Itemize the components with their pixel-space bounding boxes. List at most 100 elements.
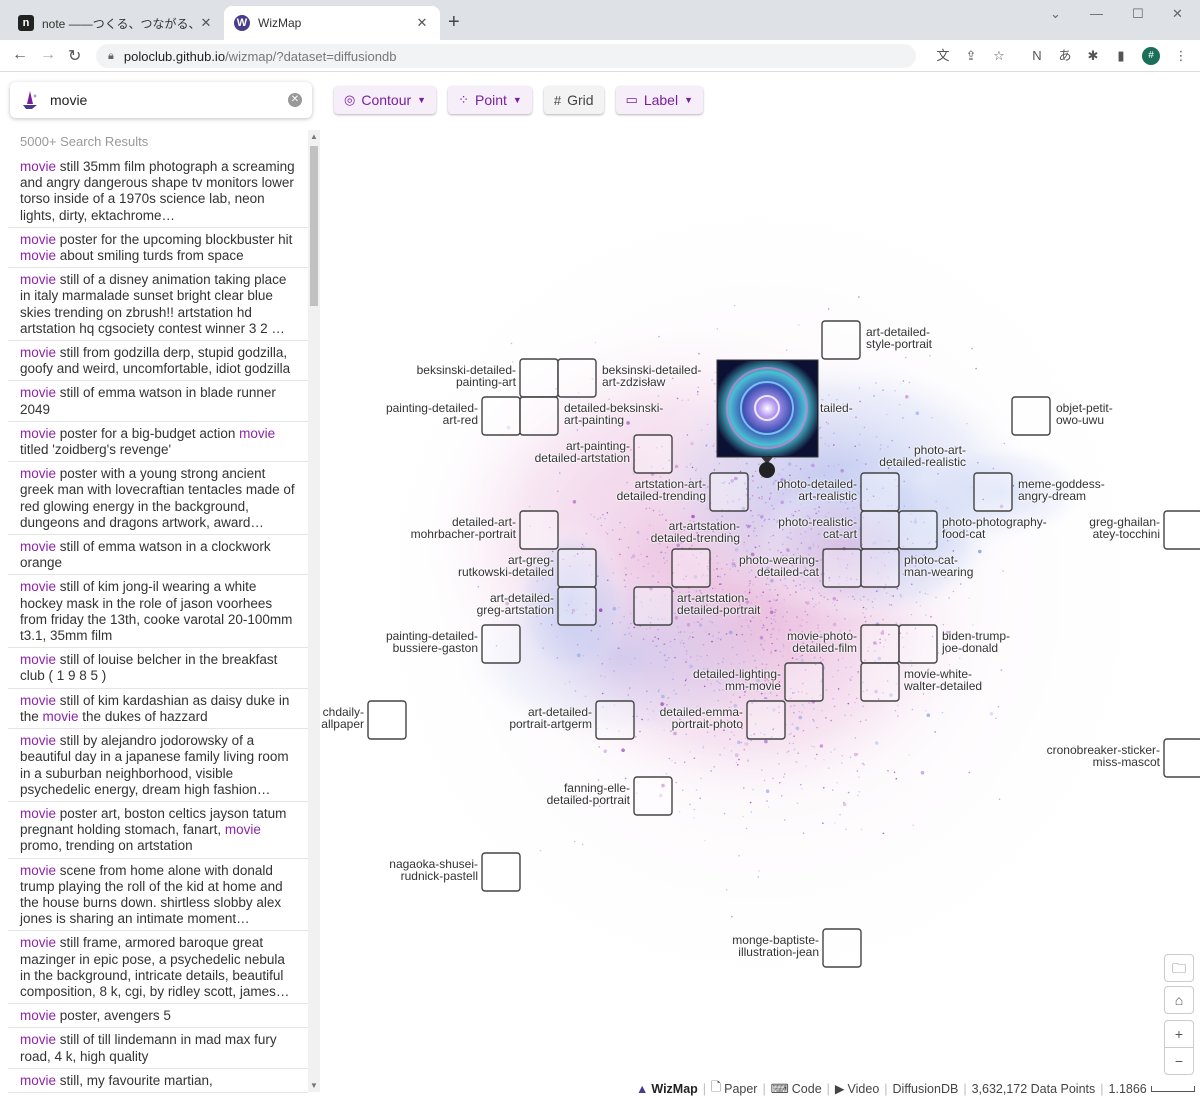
- maximize-icon[interactable]: ☐: [1132, 6, 1144, 22]
- map-label-artstation-art-detailed-trending[interactable]: artstation-art-detailed-trending: [617, 478, 706, 502]
- search-input[interactable]: movie: [50, 92, 288, 108]
- search-result-item[interactable]: movie poster with a young strong ancient…: [8, 462, 308, 536]
- map-label-photo-cat-man-wearing[interactable]: photo-cat-man-wearing: [904, 554, 973, 578]
- folder-icon[interactable]: 🗀︎: [1164, 954, 1194, 982]
- notion-extension-icon[interactable]: N: [1028, 47, 1046, 65]
- grid-tile[interactable]: [860, 472, 900, 512]
- search-results-panel[interactable]: 5000+ Search Results movie still 35mm fi…: [8, 128, 308, 1097]
- grid-tile[interactable]: [519, 510, 559, 550]
- grid-tile[interactable]: [633, 586, 673, 626]
- map-label-detailed-lighting-mm-movie[interactable]: detailed-lighting-mm-movie: [693, 668, 781, 692]
- grid-tile[interactable]: [821, 320, 861, 360]
- search-result-item[interactable]: movie still of kim jong-il wearing a whi…: [8, 575, 308, 649]
- map-label-objet-petit-owo-uwu[interactable]: objet-petit-owo-uwu: [1056, 402, 1113, 426]
- zoom-in-icon[interactable]: +: [1164, 1020, 1194, 1048]
- search-result-item[interactable]: movie scene from home alone with donald …: [8, 859, 308, 932]
- search-box[interactable]: movie ✕: [10, 82, 312, 118]
- map-label-beksinski-detailed-art-zdzislaw[interactable]: beksinski-detailed-art-zdzisław: [602, 364, 701, 388]
- video-link[interactable]: Video: [848, 1082, 880, 1096]
- map-label-art-artstation-detailed-portrait[interactable]: art-artstation-detailed-portrait: [677, 592, 760, 616]
- minimize-icon[interactable]: —: [1090, 6, 1103, 21]
- map-label-detailed-emma-portrait-photo[interactable]: detailed-emma-portrait-photo: [660, 706, 743, 730]
- grid-tile[interactable]: [1163, 510, 1200, 550]
- dataset-name[interactable]: DiffusionDB: [893, 1082, 959, 1096]
- grid-tile[interactable]: [860, 510, 900, 550]
- close-tab-icon[interactable]: ✕: [198, 15, 214, 31]
- search-result-item[interactable]: movie poster, avengers 5: [8, 1004, 308, 1029]
- grid-tile[interactable]: [822, 548, 862, 588]
- grid-tile[interactable]: [367, 700, 407, 740]
- grid-tile[interactable]: [519, 396, 559, 436]
- url-field[interactable]: 🔒︎ poloclub.github.io/wizmap/?dataset=di…: [96, 44, 916, 68]
- grid-tile[interactable]: [557, 586, 597, 626]
- map-label-nagaoka-shusei-rudnick-pastell[interactable]: nagaoka-shusei-rudnick-pastell: [389, 858, 478, 882]
- grid-tile[interactable]: [973, 472, 1013, 512]
- extensions-puzzle-icon[interactable]: ✱: [1084, 47, 1102, 65]
- map-label-art-artstation-detailed-trending[interactable]: art-artstation-detailed-trending: [651, 520, 740, 544]
- search-result-item[interactable]: movie still by alejandro jodorowsky of a…: [8, 729, 308, 802]
- grid-tile[interactable]: [481, 624, 521, 664]
- map-label-art-detailed-portrait-artgerm[interactable]: art-detailed-portrait-artgerm: [509, 706, 592, 730]
- side-panel-icon[interactable]: ▮: [1112, 47, 1130, 65]
- code-link[interactable]: Code: [792, 1082, 822, 1096]
- grid-tile[interactable]: [1011, 396, 1051, 436]
- grid-tile[interactable]: [860, 624, 900, 664]
- grid-tile[interactable]: [822, 928, 862, 968]
- map-label-art-greg-rutkowski-detailed[interactable]: art-greg-rutkowski-detailed: [458, 554, 554, 578]
- search-result-item[interactable]: movie still of a disney animation taking…: [8, 268, 308, 342]
- close-tab-icon[interactable]: ✕: [414, 15, 430, 31]
- grid-tile[interactable]: [784, 662, 824, 702]
- grid-tile[interactable]: [746, 700, 786, 740]
- map-label-movie-white-walter-detailed[interactable]: movie-white-walter-detailed: [904, 668, 982, 692]
- grid-tile[interactable]: [898, 624, 938, 664]
- search-result-item[interactable]: movie still from godzilla derp, stupid g…: [8, 341, 308, 382]
- map-label-photo-detailed-art-realistic[interactable]: photo-detailed-art-realistic: [777, 478, 857, 502]
- share-icon[interactable]: ⇪: [962, 47, 980, 65]
- map-label-photo-photography-food-cat[interactable]: photo-photography-food-cat: [942, 516, 1047, 540]
- map-label-photo-realistic-cat-art[interactable]: photo-realistic-cat-art: [778, 516, 857, 540]
- grid-tile[interactable]: [481, 396, 521, 436]
- grid-tile[interactable]: [633, 776, 673, 816]
- close-window-icon[interactable]: ✕: [1172, 6, 1183, 22]
- grid-tile[interactable]: [595, 700, 635, 740]
- map-label-detailed-art-mohrbacher-portrait[interactable]: detailed-art-mohrbacher-portrait: [411, 516, 516, 540]
- grid-tile[interactable]: [557, 548, 597, 588]
- grid-tile[interactable]: [898, 510, 938, 550]
- search-result-item[interactable]: movie poster for a big-budget action mov…: [8, 422, 308, 463]
- map-label-art-painting-detailed-artstation[interactable]: art-painting-detailed-artstation: [535, 440, 630, 464]
- scroll-down-icon[interactable]: ▼: [308, 1081, 320, 1090]
- label-dropdown-button[interactable]: ▭ Label ▼: [615, 86, 703, 114]
- zoom-out-icon[interactable]: −: [1164, 1047, 1194, 1075]
- map-label-monge-baptiste-illustration-jean[interactable]: monge-baptiste-illustration-jean: [732, 934, 819, 958]
- clear-search-icon[interactable]: ✕: [288, 93, 302, 107]
- browser-tab-note[interactable]: n note ——つくる、つながる、とどける。 ✕: [8, 6, 224, 40]
- map-label-fanning-elle-detailed-portrait[interactable]: fanning-elle-detailed-portrait: [547, 782, 630, 806]
- translate-icon[interactable]: 文: [934, 47, 952, 65]
- grid-tile[interactable]: [860, 548, 900, 588]
- results-scrollbar[interactable]: ▲ ▼: [308, 130, 320, 1092]
- grid-tile[interactable]: [671, 548, 711, 588]
- map-label-art-detailed-greg-artstation[interactable]: art-detailed-greg-artstation: [477, 592, 554, 616]
- map-label-chdaily-allpaper[interactable]: chdaily-allpaper: [321, 706, 364, 730]
- point-dropdown-button[interactable]: ⁘ Point ▼: [448, 86, 532, 114]
- scroll-thumb[interactable]: [310, 146, 318, 306]
- home-icon[interactable]: ⌂: [1164, 986, 1194, 1014]
- forward-icon[interactable]: →: [40, 46, 56, 64]
- back-icon[interactable]: ←: [12, 46, 28, 64]
- chevron-down-icon[interactable]: ⌄: [1050, 6, 1061, 22]
- search-result-item[interactable]: movie still of emma watson in blade runn…: [8, 381, 308, 422]
- map-label-painting-detailed-bussiere-gaston[interactable]: painting-detailed-bussiere-gaston: [386, 630, 478, 654]
- map-label-greg-ghailan-atey-tocchini[interactable]: greg-ghailan-atey-tocchini: [1089, 516, 1160, 540]
- grid-tile[interactable]: [557, 358, 597, 398]
- footer-brand[interactable]: WizMap: [651, 1082, 697, 1096]
- search-result-item[interactable]: movie still of till lindemann in mad max…: [8, 1028, 308, 1069]
- bookmark-star-icon[interactable]: ☆: [990, 47, 1008, 65]
- scroll-up-icon[interactable]: ▲: [308, 132, 320, 141]
- map-label-detailed-beksinski-art-painting[interactable]: detailed-beksinski-art-painting: [564, 402, 663, 426]
- map-label-cronobreaker-sticker-miss-mascot[interactable]: cronobreaker-sticker-miss-mascot: [1047, 744, 1160, 768]
- browser-tab-wizmap[interactable]: W WizMap ✕: [224, 6, 440, 40]
- search-result-item[interactable]: movie still 35mm film photograph a screa…: [8, 155, 308, 228]
- grid-toggle-button[interactable]: # Grid: [543, 86, 604, 114]
- map-label-photo-art-detailed-realistic[interactable]: photo-art-detailed-realistic: [879, 444, 966, 468]
- grid-tile[interactable]: [1163, 738, 1200, 778]
